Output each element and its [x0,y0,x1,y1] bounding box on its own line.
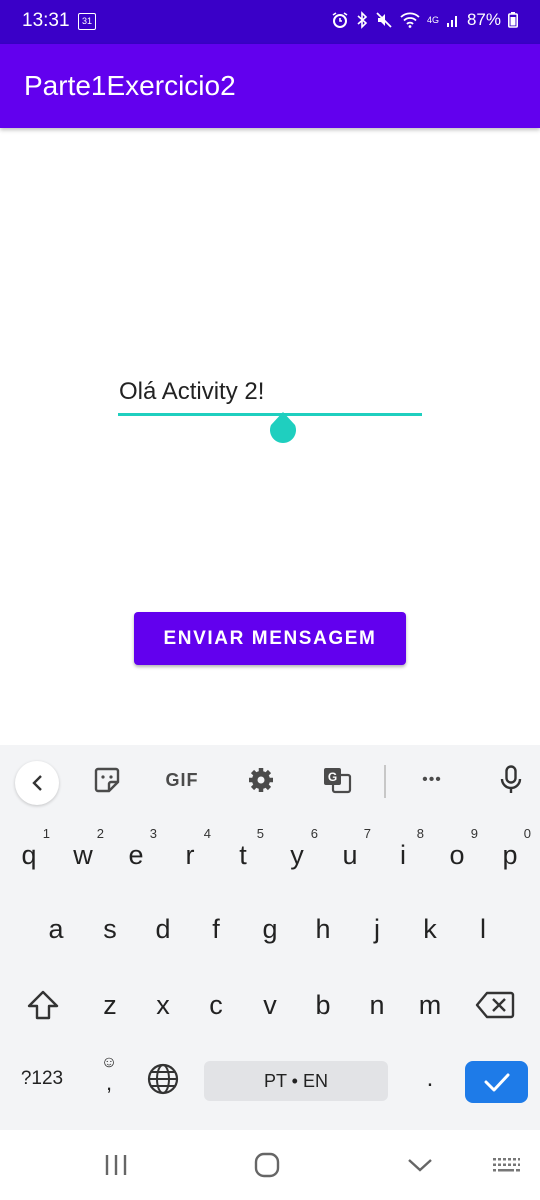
language-key[interactable] [138,1052,188,1106]
home-icon[interactable] [247,1150,287,1180]
keyboard-switch-icon[interactable] [486,1150,526,1180]
keyboard-toolbar: GIF G ••• [0,745,540,815]
app-bar: Parte1Exercicio2 [0,44,540,128]
key-l[interactable]: l [458,902,508,956]
period-key[interactable]: . [405,1052,455,1106]
symbols-key[interactable]: ?123 [10,1052,74,1106]
enter-key[interactable] [465,1061,528,1103]
send-message-button[interactable]: ENVIAR MENSAGEM [134,612,406,665]
key-y[interactable]: y6 [272,826,322,882]
key-w[interactable]: w2 [58,826,108,882]
globe-icon [147,1063,179,1095]
sticker-icon[interactable] [90,763,124,797]
key-i[interactable]: i8 [378,826,428,882]
navigation-bar [0,1130,540,1200]
key-r[interactable]: r4 [165,826,215,882]
calendar-icon: 31 [78,13,96,30]
space-key[interactable]: PT • EN [204,1061,388,1101]
key-s[interactable]: s [85,902,135,956]
wifi-icon [400,12,420,28]
backspace-icon [475,991,515,1019]
toolbar-divider [384,765,386,798]
key-p[interactable]: p0 [485,826,535,882]
network-type: 4G [426,15,439,25]
svg-text:G: G [328,770,337,784]
bluetooth-icon [357,11,368,29]
key-o[interactable]: o9 [432,826,482,882]
key-c[interactable]: c [191,978,241,1032]
comma-key[interactable]: ☺ , [84,1052,134,1106]
gif-button[interactable]: GIF [160,763,204,797]
key-n[interactable]: n [352,978,402,1032]
key-a[interactable]: a [31,902,81,956]
alarm-icon [332,12,348,28]
text-cursor-handle[interactable] [268,410,298,446]
check-icon [484,1073,509,1092]
space-key-label: PT • EN [264,1070,328,1091]
shift-key[interactable] [18,978,68,1032]
status-icons: 4G 87% [331,10,518,30]
more-icon[interactable]: ••• [412,763,452,797]
shift-icon [27,990,59,1020]
key-z[interactable]: z [85,978,135,1032]
send-button-label: ENVIAR MENSAGEM [163,627,377,649]
back-chevron-icon[interactable] [400,1150,440,1180]
message-input-value[interactable]: Olá Activity 2! [119,378,264,406]
key-h[interactable]: h [298,902,348,956]
key-j[interactable]: j [352,902,402,956]
key-v[interactable]: v [245,978,295,1032]
key-k[interactable]: k [405,902,455,956]
status-time: 13:31 [22,10,70,31]
key-f[interactable]: f [191,902,241,956]
key-d[interactable]: d [138,902,188,956]
key-e[interactable]: e3 [111,826,161,882]
mic-icon[interactable] [494,763,528,797]
status-bar: 13:31 31 4G 87% [0,0,540,44]
key-t[interactable]: t5 [218,826,268,882]
back-icon[interactable] [15,761,59,805]
recents-icon[interactable] [96,1150,136,1180]
app-title: Parte1Exercicio2 [24,70,236,101]
soft-keyboard: GIF G ••• q1 w2 e3 r4 t5 y6 u7 i8 o9 p0 … [0,745,540,1130]
battery-percent: 87% [466,10,501,29]
settings-icon[interactable] [244,763,278,797]
key-q[interactable]: q1 [4,826,54,882]
signal-icon [446,16,457,27]
key-g[interactable]: g [245,902,295,956]
key-x[interactable]: x [138,978,188,1032]
translate-icon[interactable]: G [320,763,354,797]
key-m[interactable]: m [405,978,455,1032]
key-b[interactable]: b [298,978,348,1032]
battery-icon [508,12,518,28]
key-u[interactable]: u7 [325,826,375,882]
backspace-key[interactable] [470,978,520,1032]
mute-icon [376,12,392,28]
